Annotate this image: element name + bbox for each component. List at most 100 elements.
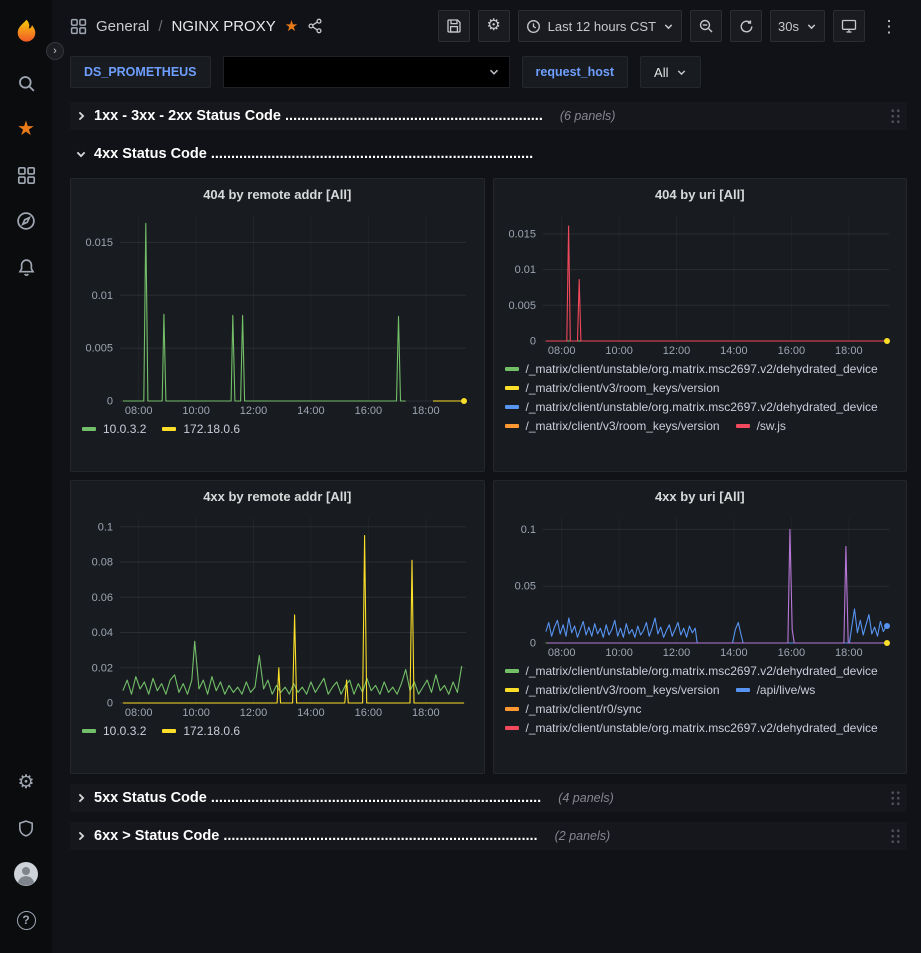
row-drag-handle[interactable]	[890, 108, 901, 125]
breadcrumb-folder[interactable]: General	[96, 18, 149, 35]
panel-title[interactable]: 4xx by remote addr [All]	[78, 484, 477, 508]
timeseries-chart[interactable]: 08:0010:0012:0014:0016:0018:0000.020.040…	[78, 508, 476, 720]
svg-text:0.015: 0.015	[85, 237, 113, 249]
row-panel-count: (6 panels)	[560, 109, 616, 123]
svg-text:0.01: 0.01	[514, 264, 535, 276]
row-5xx[interactable]: 5xx Status Code ........................…	[70, 784, 907, 812]
row-4xx[interactable]: 4xx Status Code ........................…	[70, 140, 907, 168]
compass-icon	[16, 211, 36, 231]
legend-item[interactable]: /api/live/ws	[736, 683, 816, 697]
chart-legend: 10.0.3.2 172.18.0.6	[78, 720, 477, 769]
legend-label: /_matrix/client/unstable/org.matrix.msc2…	[526, 400, 878, 414]
chevron-right-icon	[75, 830, 87, 842]
legend-item[interactable]: /_matrix/client/v3/room_keys/version	[505, 683, 720, 697]
variable-datasource-select[interactable]	[223, 56, 510, 88]
panel-title[interactable]: 4xx by uri [All]	[501, 484, 900, 508]
sidebar-profile-button[interactable]	[0, 851, 52, 897]
row-drag-handle[interactable]	[890, 790, 901, 807]
svg-text:12:00: 12:00	[662, 345, 690, 357]
legend-label: 10.0.3.2	[103, 422, 146, 436]
legend-item[interactable]: 172.18.0.6	[162, 724, 240, 738]
chart-legend: /_matrix/client/unstable/org.matrix.msc2…	[501, 660, 900, 769]
svg-text:14:00: 14:00	[720, 647, 748, 659]
svg-text:14:00: 14:00	[297, 405, 325, 417]
legend-item[interactable]: 10.0.3.2	[82, 422, 146, 436]
legend-item[interactable]: /_matrix/client/unstable/org.matrix.msc2…	[505, 400, 878, 414]
svg-text:18:00: 18:00	[412, 707, 440, 719]
legend-item[interactable]: 10.0.3.2	[82, 724, 146, 738]
variable-request-host-label[interactable]: request_host	[522, 56, 629, 88]
legend-item[interactable]: /_matrix/client/r0/sync	[505, 702, 642, 716]
panel-title[interactable]: 404 by remote addr [All]	[78, 182, 477, 206]
breadcrumb-separator: /	[158, 18, 162, 35]
sidebar-help-button[interactable]: ?	[0, 897, 52, 943]
chart-legend: /_matrix/client/unstable/org.matrix.msc2…	[501, 358, 900, 467]
legend-swatch	[162, 729, 176, 733]
sidebar-explore-button[interactable]	[0, 198, 52, 244]
svg-text:0.08: 0.08	[92, 557, 113, 569]
page-title: NGINX PROXY	[172, 18, 276, 35]
search-icon	[17, 74, 36, 93]
sidebar: ★ ⚙ ?	[0, 0, 52, 953]
legend-item[interactable]: /_matrix/client/unstable/org.matrix.msc2…	[505, 362, 878, 376]
svg-text:0.04: 0.04	[92, 627, 113, 639]
variable-request-host-select[interactable]: All	[640, 56, 701, 88]
apps-grid-icon	[70, 18, 87, 35]
timeseries-chart[interactable]: 08:0010:0012:0014:0016:0018:0000.0050.01…	[501, 206, 899, 358]
save-dashboard-button[interactable]	[438, 10, 470, 42]
timeseries-chart[interactable]: 08:0010:0012:0014:0016:0018:0000.050.1	[501, 508, 899, 660]
refresh-interval-dropdown[interactable]: 30s	[770, 10, 825, 42]
more-options-button[interactable]: ⋮	[873, 10, 905, 42]
sidebar-dashboards-button[interactable]	[0, 152, 52, 198]
row-panel-count: (4 panels)	[558, 791, 614, 805]
legend-item[interactable]: /_matrix/client/v3/room_keys/version	[505, 419, 720, 433]
sidebar-search-button[interactable]	[0, 60, 52, 106]
svg-text:10:00: 10:00	[605, 647, 633, 659]
grafana-logo[interactable]	[0, 6, 52, 56]
timeseries-chart[interactable]: 08:0010:0012:0014:0016:0018:0000.0050.01…	[78, 206, 476, 418]
variable-label: request_host	[536, 65, 615, 79]
sidebar-server-admin-button[interactable]	[0, 805, 52, 851]
tv-mode-button[interactable]	[833, 10, 865, 42]
refresh-interval-label: 30s	[778, 19, 799, 34]
legend-item[interactable]: /_matrix/client/unstable/org.matrix.msc2…	[505, 721, 878, 735]
legend-label: 172.18.0.6	[183, 724, 240, 738]
legend-item[interactable]: /sw.js	[736, 419, 786, 433]
favorite-star-icon[interactable]: ★	[285, 19, 298, 34]
panel-404-by-uri: 404 by uri [All] 08:0010:0012:0014:0016:…	[493, 178, 908, 472]
time-range-picker[interactable]: Last 12 hours CST	[518, 10, 682, 42]
svg-text:0: 0	[107, 396, 113, 408]
row-drag-handle[interactable]	[890, 828, 901, 845]
legend-label: /api/live/ws	[757, 683, 816, 697]
legend-swatch	[736, 688, 750, 692]
panel-4xx-by-remote-addr: 4xx by remote addr [All] 08:0010:0012:00…	[70, 480, 485, 774]
share-icon[interactable]	[307, 18, 323, 34]
svg-text:10:00: 10:00	[182, 405, 210, 417]
kebab-menu-icon: ⋮	[881, 18, 898, 35]
variable-ds-prometheus-label[interactable]: DS_PROMETHEUS	[70, 56, 211, 88]
legend-label: /_matrix/client/unstable/org.matrix.msc2…	[526, 721, 878, 735]
chevron-right-icon	[75, 792, 87, 804]
svg-text:0: 0	[107, 698, 113, 710]
sidebar-starred-button[interactable]: ★	[0, 106, 52, 152]
zoom-out-button[interactable]	[690, 10, 722, 42]
variable-label: DS_PROMETHEUS	[84, 65, 197, 79]
legend-item[interactable]: 172.18.0.6	[162, 422, 240, 436]
legend-item[interactable]: /_matrix/client/v3/room_keys/version	[505, 381, 720, 395]
chevron-down-icon	[676, 67, 687, 78]
svg-text:18:00: 18:00	[835, 345, 863, 357]
row-1xx-3xx-2xx[interactable]: 1xx - 3xx - 2xx Status Code ............…	[70, 102, 907, 130]
legend-item[interactable]: /_matrix/client/unstable/org.matrix.msc2…	[505, 664, 878, 678]
sidebar-alerting-button[interactable]	[0, 244, 52, 290]
chart-legend: 10.0.3.2 172.18.0.6	[78, 418, 477, 467]
row-6xx[interactable]: 6xx > Status Code ......................…	[70, 822, 907, 850]
refresh-button[interactable]	[730, 10, 762, 42]
sidebar-configuration-button[interactable]: ⚙	[0, 759, 52, 805]
dashboard-settings-button[interactable]: ⚙	[478, 10, 510, 42]
chevron-down-icon	[663, 21, 674, 32]
sidebar-expand-button[interactable]: ›	[46, 42, 64, 60]
avatar	[13, 861, 39, 887]
svg-text:08:00: 08:00	[125, 707, 153, 719]
row-title: 1xx - 3xx - 2xx Status Code ............…	[94, 108, 543, 124]
panel-title[interactable]: 404 by uri [All]	[501, 182, 900, 206]
